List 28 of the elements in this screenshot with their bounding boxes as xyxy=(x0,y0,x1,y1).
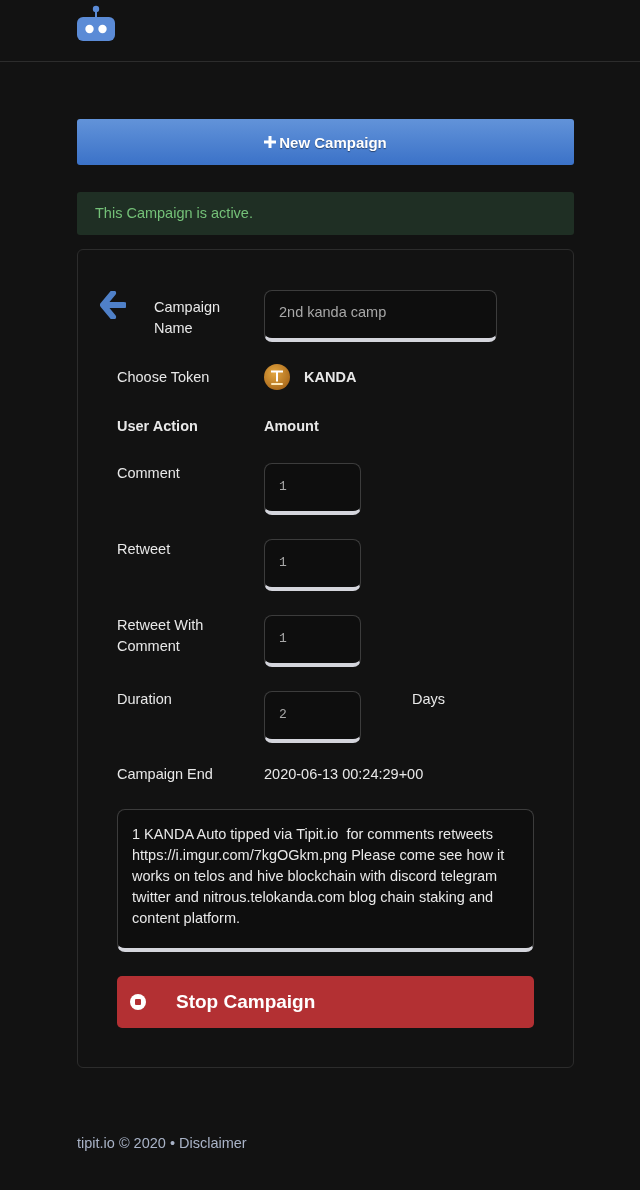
action-label: Comment xyxy=(117,464,181,483)
action-label: Retweet With Comment xyxy=(117,616,205,656)
stop-campaign-button[interactable]: Stop Campaign xyxy=(117,976,534,1028)
campaign-end-value: 2020-06-13 00:24:29+00 xyxy=(264,766,424,782)
campaign-end-label: Campaign End xyxy=(117,766,214,782)
action-label: Retweet xyxy=(117,540,172,559)
duration-label: Duration xyxy=(117,691,173,707)
message-field[interactable]: 1 KANDA Auto tipped via Tipit.io for comments retweets https://i.imgur.com/7kgOGkm.png Please come see how it works on telos and hive blockchain with discord telegram twitter and nitrous.telokanda.com blog chain staking and content platform. xyxy=(117,809,534,952)
column-heading: User Action xyxy=(117,418,199,434)
footer-copyright: tipit.io © 2020 • xyxy=(77,1135,175,1151)
duration-field[interactable]: 2 xyxy=(264,691,361,743)
duration-unit: Days xyxy=(412,691,446,707)
campaign-name-field[interactable]: 2nd kanda camp xyxy=(264,290,497,342)
campaign-name-label: Campaign Name xyxy=(154,298,222,338)
new-campaign-button[interactable]: New Campaign xyxy=(77,119,574,165)
choose-token-label: Choose Token xyxy=(117,369,211,385)
amount-field[interactable]: 1 xyxy=(264,539,361,591)
disclaimer-link[interactable]: Disclaimer xyxy=(179,1135,247,1151)
token-name: KANDA xyxy=(304,369,357,385)
amount-field[interactable]: 1 xyxy=(264,463,361,515)
token-coin-icon[interactable] xyxy=(264,364,290,390)
plus-icon xyxy=(264,136,277,148)
back-arrow-icon[interactable] xyxy=(100,291,126,319)
robot-logo-icon[interactable] xyxy=(77,5,115,41)
column-heading: Amount xyxy=(264,418,319,434)
stop-icon xyxy=(130,994,146,1010)
status-alert: This Campaign is active. xyxy=(77,192,574,235)
amount-field[interactable]: 1 xyxy=(264,615,361,667)
